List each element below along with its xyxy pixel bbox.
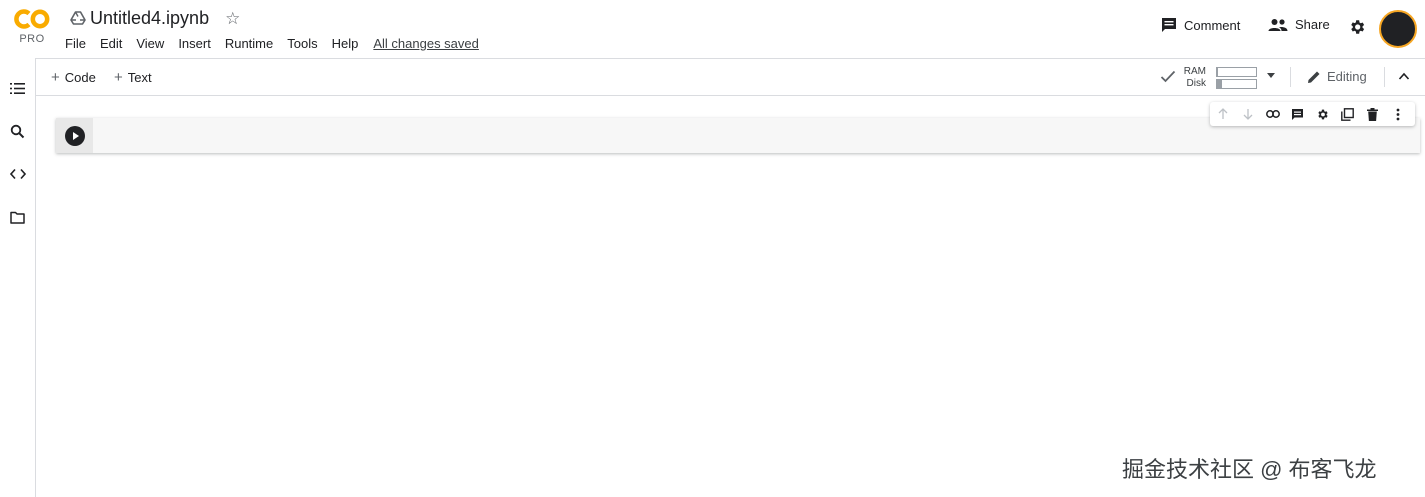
gear-icon[interactable] bbox=[1348, 18, 1366, 36]
add-code-button[interactable]: + Code bbox=[51, 69, 96, 86]
mirror-cell-icon bbox=[1341, 107, 1354, 121]
chevron-down-icon[interactable] bbox=[1267, 73, 1275, 78]
ram-usage-bar bbox=[1216, 67, 1257, 77]
delete-cell-button[interactable] bbox=[1360, 102, 1385, 126]
run-cell-button[interactable] bbox=[65, 126, 85, 146]
plus-icon: + bbox=[51, 69, 60, 86]
menu-bar: File Edit View Insert Runtime Tools Help… bbox=[65, 36, 479, 51]
table-of-contents-icon[interactable] bbox=[10, 82, 25, 95]
mirror-cell-button[interactable] bbox=[1335, 102, 1360, 126]
disk-label: Disk bbox=[1186, 78, 1206, 89]
move-up-button[interactable] bbox=[1210, 102, 1235, 126]
link-icon bbox=[1265, 110, 1280, 118]
notebook-toolbar: + Code + Text RAM Disk Editing bbox=[36, 58, 1425, 96]
colab-logo[interactable]: PRO bbox=[10, 7, 54, 49]
menu-insert[interactable]: Insert bbox=[178, 36, 211, 51]
trash-icon bbox=[1367, 107, 1378, 121]
menu-view[interactable]: View bbox=[136, 36, 164, 51]
arrow-up-icon bbox=[1218, 108, 1227, 119]
add-text-button[interactable]: + Text bbox=[114, 69, 152, 86]
editing-mode-button[interactable]: Editing bbox=[1307, 69, 1367, 84]
move-down-button[interactable] bbox=[1235, 102, 1260, 126]
menu-edit[interactable]: Edit bbox=[100, 36, 122, 51]
chevron-up-icon[interactable] bbox=[1398, 71, 1410, 81]
colab-logo-icon bbox=[14, 9, 50, 29]
app-header: PRO Untitled4.ipynb ☆ File Edit View Ins… bbox=[0, 0, 1425, 58]
comment-label: Comment bbox=[1184, 17, 1241, 33]
more-vert-icon bbox=[1396, 108, 1399, 120]
comment-icon bbox=[1162, 18, 1176, 32]
cell-toolbar bbox=[1210, 102, 1415, 126]
menu-runtime[interactable]: Runtime bbox=[225, 36, 273, 51]
share-button[interactable]: Share bbox=[1268, 17, 1330, 32]
arrow-down-icon bbox=[1243, 109, 1252, 120]
plus-icon: + bbox=[114, 69, 123, 86]
ram-usage-fill bbox=[1217, 68, 1218, 76]
cell-settings-button[interactable] bbox=[1310, 102, 1335, 126]
search-icon[interactable] bbox=[10, 124, 25, 139]
files-icon[interactable] bbox=[10, 211, 25, 224]
code-snippets-icon[interactable] bbox=[10, 168, 26, 180]
cell-gutter bbox=[56, 118, 93, 153]
add-code-label: Code bbox=[64, 70, 96, 85]
menu-file[interactable]: File bbox=[65, 36, 86, 51]
disk-usage-fill bbox=[1217, 80, 1222, 88]
pencil-icon bbox=[1308, 71, 1320, 83]
menu-tools[interactable]: Tools bbox=[287, 36, 317, 51]
share-label: Share bbox=[1295, 17, 1330, 32]
people-icon bbox=[1268, 18, 1288, 31]
check-icon bbox=[1160, 70, 1176, 83]
pro-badge: PRO bbox=[19, 33, 45, 45]
notebook-title[interactable]: Untitled4.ipynb bbox=[90, 8, 209, 29]
watermark-text: 掘金技术社区 @ 布客飞龙 bbox=[1122, 457, 1377, 482]
ram-label: RAM bbox=[1183, 66, 1206, 77]
save-status[interactable]: All changes saved bbox=[373, 36, 479, 51]
divider bbox=[1290, 67, 1291, 87]
comment-icon bbox=[1292, 108, 1303, 120]
disk-usage-bar bbox=[1216, 79, 1257, 89]
resource-indicator[interactable]: RAM Disk bbox=[1160, 65, 1280, 91]
avatar[interactable] bbox=[1379, 10, 1417, 48]
star-icon[interactable]: ☆ bbox=[225, 10, 240, 27]
left-rail bbox=[0, 58, 36, 497]
divider bbox=[1384, 67, 1385, 87]
copy-link-button[interactable] bbox=[1260, 102, 1285, 126]
more-actions-button[interactable] bbox=[1385, 102, 1410, 126]
menu-help[interactable]: Help bbox=[332, 36, 359, 51]
add-comment-button[interactable] bbox=[1285, 102, 1310, 126]
comment-button[interactable]: Comment bbox=[1161, 17, 1240, 33]
editing-label: Editing bbox=[1327, 69, 1367, 84]
add-text-label: Text bbox=[127, 70, 152, 85]
google-drive-icon bbox=[70, 11, 86, 25]
gear-icon bbox=[1318, 109, 1328, 119]
